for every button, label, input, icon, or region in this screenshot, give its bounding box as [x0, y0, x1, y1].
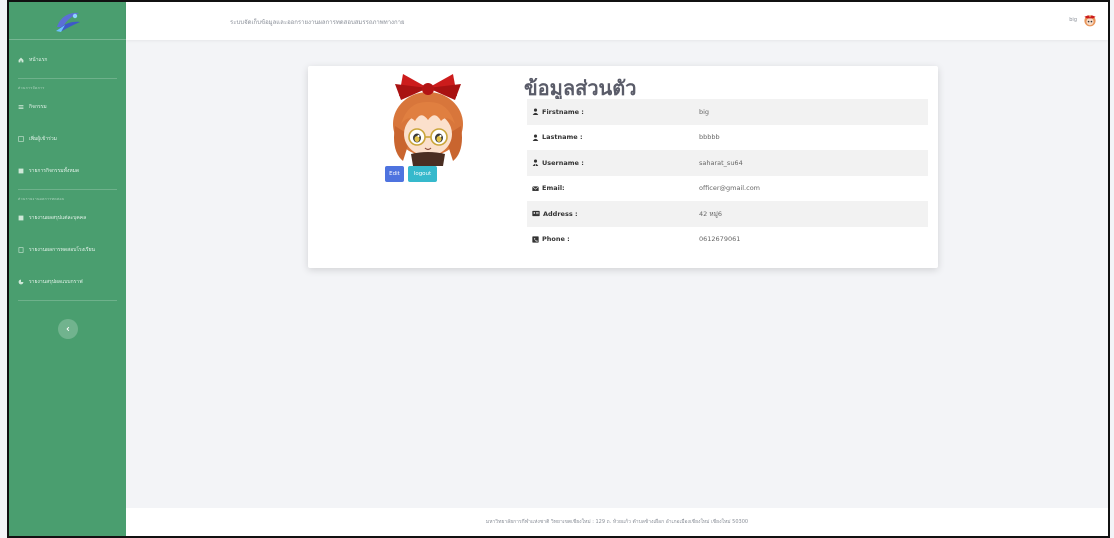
- footer: มหาวิทยาลัยการกีฬาแห่งชาติ วิทยาเขตเชียง…: [126, 508, 1108, 536]
- sidebar-item-home[interactable]: หน้าแรก: [9, 44, 126, 76]
- footer-text: มหาวิทยาลัยการกีฬาแห่งชาติ วิทยาเขตเชียง…: [485, 519, 749, 525]
- sidebar-item-label: รายงานสรุปผลแบบกราฟ: [29, 279, 83, 285]
- user-tie-icon: [532, 159, 539, 167]
- user-icon: [532, 134, 539, 141]
- user-name: big: [1069, 17, 1077, 23]
- profile-table: Firstname : big Lastname : bbbbb Usernam…: [527, 99, 928, 252]
- list-icon: [18, 105, 24, 109]
- profile-actions: Edit logout: [385, 166, 437, 182]
- sidebar-item-activity[interactable]: กิจกรรม: [9, 91, 126, 123]
- sidebar-nav: หน้าแรก ส่วนการจัดการ กิจกรรม เพิ่มผู้เข…: [9, 40, 126, 339]
- chevron-left-icon: [65, 326, 69, 332]
- sidebar-item-label: เพิ่มผู้เข้าร่วม: [29, 136, 57, 142]
- email-value: officer@gmail.com: [699, 184, 761, 193]
- table-row: Phone : 0612679061: [527, 227, 928, 253]
- row-label-text: Phone :: [542, 235, 570, 244]
- user-icon: [532, 108, 539, 116]
- page-title: ระบบจัดเก็บข้อมูลและออกรายงานผลการทดสอบส…: [230, 19, 405, 26]
- brand-logo[interactable]: [9, 2, 126, 40]
- logo-icon: [55, 12, 80, 32]
- sidebar: หน้าแรก ส่วนการจัดการ กิจกรรม เพิ่มผู้เข…: [9, 2, 126, 536]
- sidebar-item-school-report[interactable]: รายงานผลการทดสอบโรงเรียน: [9, 234, 126, 266]
- row-label-text: Email:: [542, 184, 565, 193]
- profile-avatar: [363, 66, 493, 166]
- sidebar-divider: [18, 189, 117, 190]
- edit-button[interactable]: Edit: [385, 166, 404, 182]
- lastname-value: bbbbb: [699, 133, 720, 142]
- sidebar-divider: [18, 300, 117, 301]
- row-label-text: Firstname :: [542, 107, 584, 116]
- user-plus-icon: [18, 136, 24, 142]
- phone-square-icon: [532, 236, 539, 243]
- phone-value: 0612679061: [699, 235, 741, 244]
- row-label-text: Lastname :: [542, 133, 583, 142]
- address-card-icon: [532, 211, 540, 217]
- sidebar-heading: ส่วนรายงานผลการทดสอบ: [18, 197, 65, 201]
- profile-card: Edit logout ข้อมูลส่วนตัว Firstname : bi…: [308, 66, 938, 268]
- row-label: Address :: [527, 210, 699, 218]
- table-row: Lastname : bbbbb: [527, 125, 928, 151]
- row-label-text: Address :: [543, 209, 578, 218]
- row-label: Lastname :: [527, 133, 699, 141]
- report-icon: [18, 215, 24, 221]
- sidebar-item-label: หน้าแรก: [29, 57, 48, 63]
- username-value: saharat_su64: [699, 158, 743, 167]
- row-label: Email:: [527, 184, 699, 192]
- home-icon: [18, 57, 24, 63]
- row-label: Username :: [527, 159, 699, 167]
- topbar: ระบบจัดเก็บข้อมูลและออกรายงานผลการทดสอบส…: [126, 2, 1108, 40]
- sidebar-heading: ส่วนการจัดการ: [18, 86, 45, 90]
- avatar-image: [393, 74, 463, 166]
- table-icon: [18, 168, 24, 174]
- file-icon: [18, 247, 24, 253]
- sidebar-item-label: รายงานผลการทดสอบโรงเรียน: [29, 247, 95, 253]
- sidebar-item-individual-report[interactable]: รายงานผลสรุปแต่ละบุคคล: [9, 202, 126, 234]
- table-row: Email: officer@gmail.com: [527, 176, 928, 202]
- sidebar-item-add-participant[interactable]: เพิ่มผู้เข้าร่วม: [9, 123, 126, 155]
- sidebar-divider: [18, 78, 117, 79]
- sidebar-item-label: กิจกรรม: [29, 104, 47, 110]
- sidebar-toggle-button[interactable]: [57, 319, 78, 339]
- row-label: Firstname :: [527, 108, 699, 116]
- user-menu[interactable]: big: [1069, 12, 1098, 28]
- sidebar-item-chart-report[interactable]: รายงานสรุปผลแบบกราฟ: [9, 266, 126, 298]
- table-row: Username : saharat_su64: [527, 150, 928, 176]
- sidebar-item-label: รายงานผลสรุปแต่ละบุคคล: [29, 215, 87, 221]
- address-value: 42 หมู่6: [699, 209, 723, 218]
- firstname-value: big: [699, 107, 710, 116]
- table-row: Address : 42 หมู่6: [527, 201, 928, 227]
- sidebar-item-all-activities[interactable]: รายการกิจกรรมทั้งหมด: [9, 155, 126, 187]
- table-row: Firstname : big: [527, 99, 928, 125]
- sidebar-item-label: รายการกิจกรรมทั้งหมด: [29, 168, 80, 174]
- avatar-icon: [1084, 15, 1096, 27]
- row-label-text: Username :: [542, 158, 584, 167]
- row-label: Phone :: [527, 235, 699, 243]
- logout-button[interactable]: logout: [408, 166, 437, 182]
- app-frame: หน้าแรก ส่วนการจัดการ กิจกรรม เพิ่มผู้เข…: [7, 0, 1110, 538]
- chart-icon: [18, 279, 24, 285]
- envelope-icon: [532, 185, 539, 191]
